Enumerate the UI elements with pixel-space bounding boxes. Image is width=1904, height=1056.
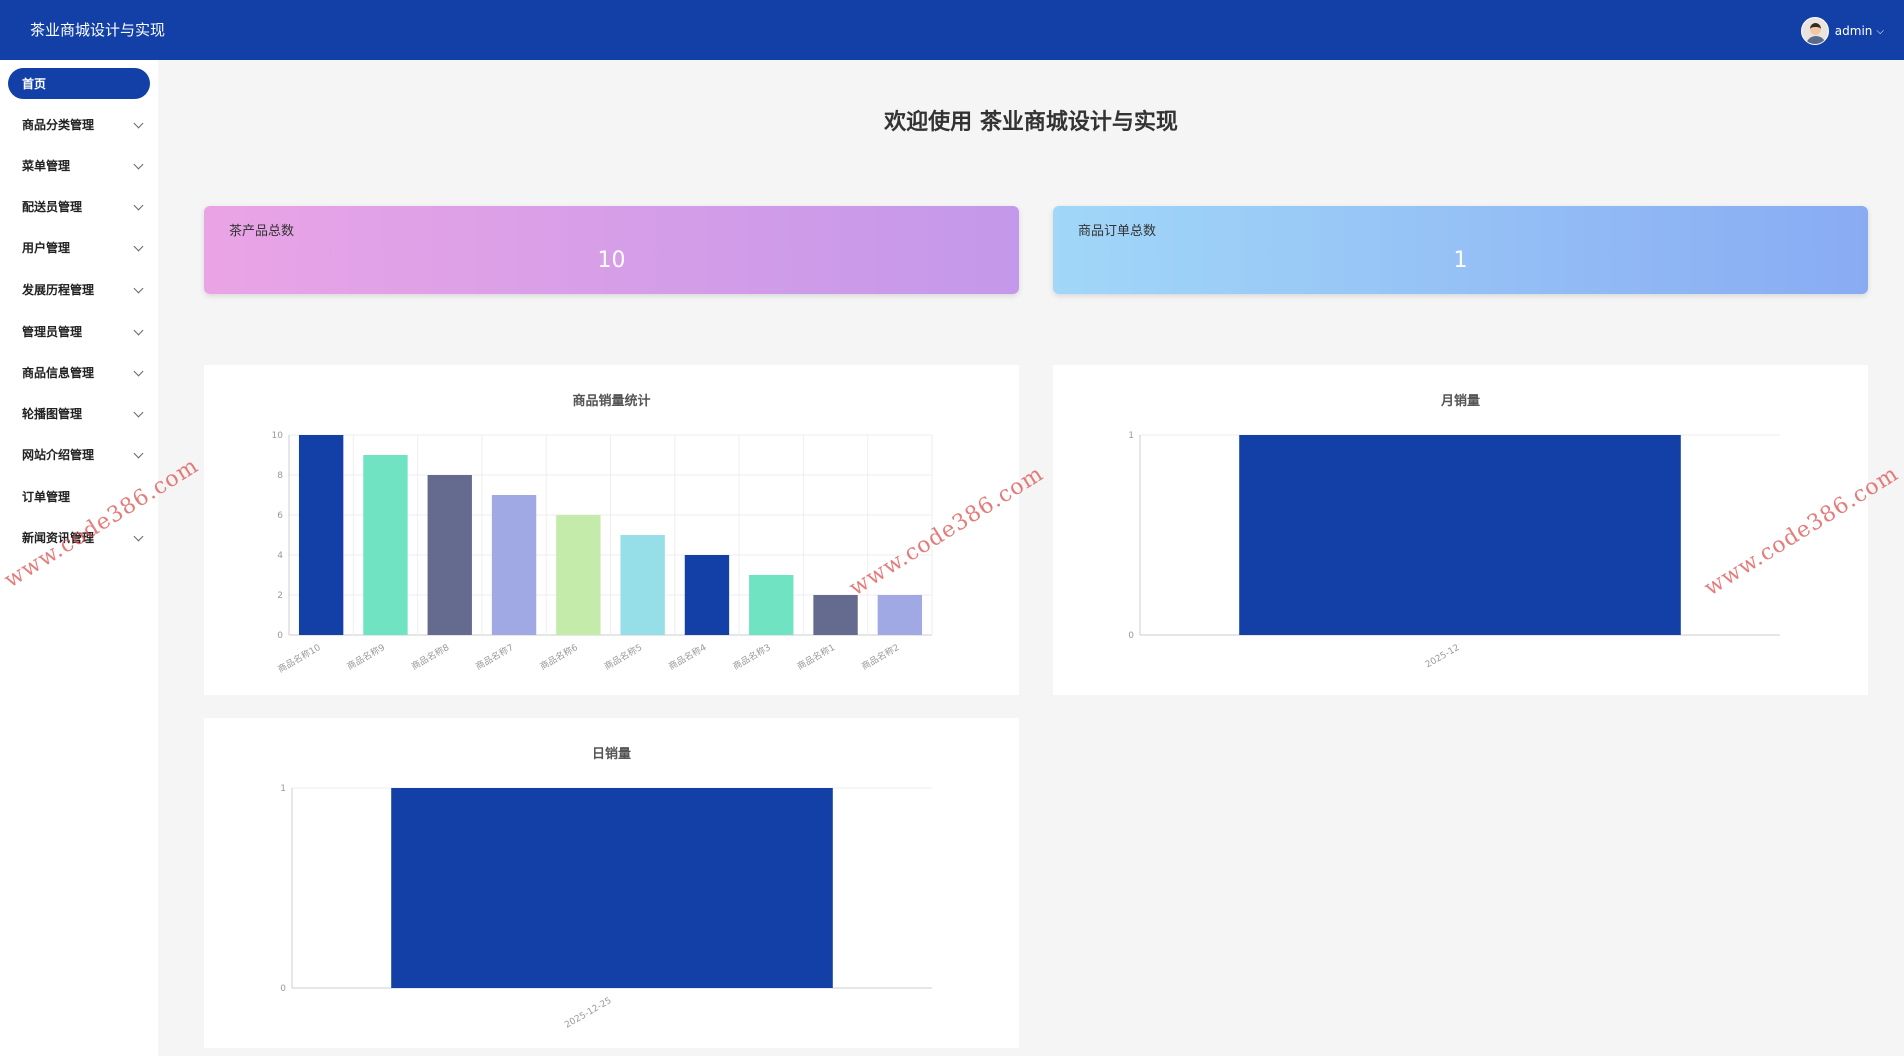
bar — [813, 595, 858, 635]
chevron-down-icon — [133, 159, 144, 170]
x-tick-label: 商品名称3 — [731, 641, 773, 672]
chevron-down-icon — [133, 283, 144, 294]
y-tick-label: 0 — [1128, 631, 1134, 641]
bar — [491, 495, 537, 635]
sidebar-item-label: 轮播图管理 — [22, 407, 83, 421]
x-tick-label: 商品名称5 — [602, 641, 644, 672]
y-tick-label: 8 — [277, 471, 283, 481]
y-tick-label: 10 — [272, 431, 284, 441]
stat-card-orders: 商品订单总数 1 — [1053, 206, 1868, 294]
y-tick-label: 1 — [280, 784, 286, 794]
chevron-down-icon — [133, 407, 144, 418]
sidebar-item-label: 首页 — [22, 77, 47, 91]
y-tick-label: 0 — [280, 984, 286, 994]
bar — [1239, 435, 1681, 635]
bar — [620, 535, 665, 635]
sidebar-item-carousel[interactable]: 轮播图管理 — [8, 398, 150, 429]
x-tick-label: 商品名称10 — [276, 641, 323, 675]
page-title: 欢迎使用 茶业商城设计与实现 — [884, 110, 1178, 135]
y-tick-label: 6 — [277, 511, 283, 521]
sidebar-item-label: 订单管理 — [22, 490, 71, 504]
sidebar-item-label: 商品信息管理 — [22, 366, 95, 380]
chevron-down-icon — [133, 118, 144, 129]
username[interactable]: admin — [1835, 24, 1873, 38]
chevron-down-icon — [133, 366, 144, 377]
y-tick-label: 0 — [277, 631, 283, 641]
chevron-down-icon — [133, 241, 144, 252]
product-sales-chart: 0 2 4 6 8 10 商品名称10 商品名称9 商品名称8 商品名称7 商品名称6 商品名称5 商品… — [272, 431, 933, 675]
sidebar-item-label: 商品分类管理 — [22, 118, 95, 132]
chevron-down-icon — [133, 448, 144, 459]
sidebar-item-courier[interactable]: 配送员管理 — [8, 191, 150, 222]
bar — [427, 475, 472, 635]
stat-card-products: 茶产品总数 10 — [204, 206, 1019, 294]
bar — [556, 515, 601, 635]
stat-value: 1 — [1453, 248, 1468, 273]
sidebar-item-label: 用户管理 — [22, 241, 71, 255]
sidebar-item-admins[interactable]: 管理员管理 — [8, 316, 150, 347]
sidebar-item-category[interactable]: 商品分类管理 — [8, 109, 150, 140]
x-tick-label: 商品名称1 — [795, 641, 837, 672]
chart-card-product-sales: 商品销量统计 0 2 4 6 8 10 商品名称10 商品名称9 商品名称8 商品名称7 商品名称6… — [204, 365, 1019, 695]
x-tick-label: 商品名称4 — [666, 641, 708, 672]
x-tick-label: 商品名称6 — [538, 641, 580, 672]
sidebar-item-menu[interactable]: 菜单管理 — [8, 150, 150, 181]
bar — [391, 788, 833, 988]
chevron-down-icon[interactable]: ⌵ — [1876, 26, 1884, 37]
chevron-down-icon — [133, 531, 144, 542]
bar — [684, 555, 730, 635]
top-bar: 茶业商城设计与实现 admin ⌵ — [0, 0, 1904, 60]
sidebar-item-site-intro[interactable]: 网站介绍管理 — [8, 439, 150, 470]
x-tick-label: 2025-12-25 — [563, 996, 613, 1031]
stat-label: 商品订单总数 — [1078, 224, 1157, 239]
monthly-sales-chart: 0 1 2025-12 — [1128, 431, 1780, 670]
bar — [363, 455, 408, 635]
chevron-down-icon — [133, 200, 144, 211]
sidebar-item-home[interactable]: 首页 — [8, 68, 150, 99]
daily-sales-chart: 0 1 2025-12-25 — [280, 784, 932, 1031]
y-tick-label: 4 — [277, 551, 283, 561]
bar — [298, 435, 344, 635]
y-tick-label: 2 — [277, 591, 283, 601]
x-tick-label: 商品名称8 — [409, 641, 451, 672]
chart-card-monthly-sales: 月销量 0 1 2025-12 — [1053, 365, 1868, 695]
app-title: 茶业商城设计与实现 — [30, 21, 166, 39]
y-tick-label: 1 — [1128, 431, 1134, 441]
sidebar-item-history[interactable]: 发展历程管理 — [8, 274, 150, 305]
avatar[interactable] — [1800, 17, 1829, 45]
bar — [877, 595, 923, 635]
chart-card-daily-sales: 日销量 0 1 2025-12-25 — [204, 718, 1019, 1048]
sidebar-item-label: 配送员管理 — [22, 200, 83, 214]
sidebar-item-label: 管理员管理 — [22, 325, 83, 339]
user-menu[interactable]: admin ⌵ — [1800, 16, 1884, 46]
x-tick-label: 商品名称9 — [345, 641, 387, 672]
x-tick-label: 2025-12 — [1424, 643, 1462, 670]
bar — [749, 575, 794, 635]
sidebar-item-users[interactable]: 用户管理 — [8, 232, 150, 263]
chevron-down-icon — [133, 325, 144, 336]
x-tick-label: 商品名称2 — [859, 641, 901, 672]
stat-label: 茶产品总数 — [229, 224, 295, 239]
sidebar-item-label: 网站介绍管理 — [22, 448, 95, 462]
stat-value: 10 — [597, 248, 626, 273]
x-tick-label: 商品名称7 — [473, 641, 515, 672]
sidebar-item-label: 菜单管理 — [22, 159, 71, 173]
sidebar-item-products[interactable]: 商品信息管理 — [8, 357, 150, 388]
sidebar-item-label: 发展历程管理 — [22, 283, 95, 297]
